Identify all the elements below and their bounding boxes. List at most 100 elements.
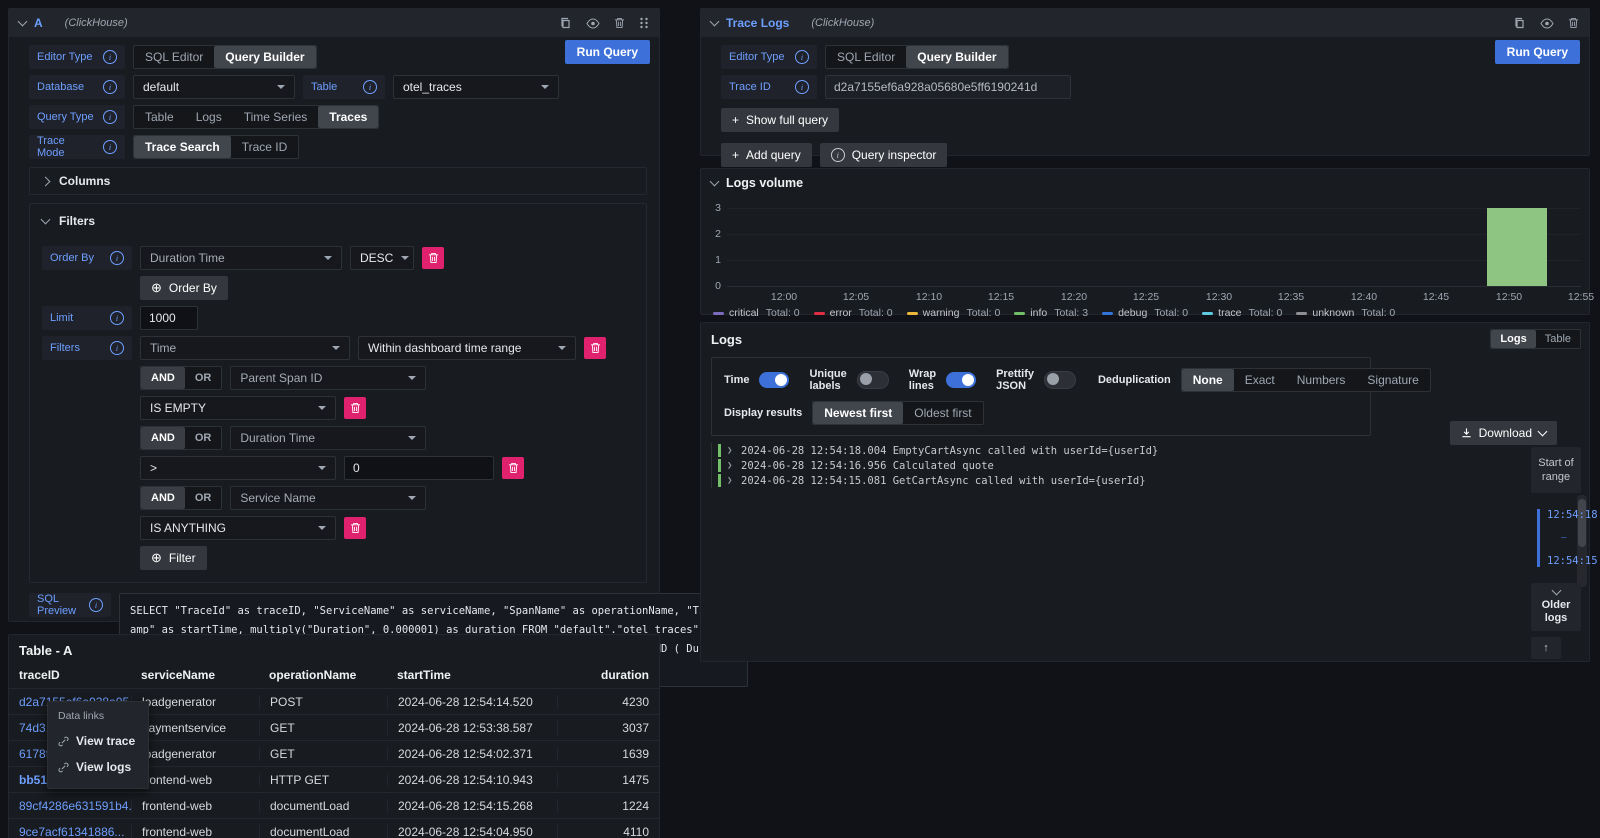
query-type-logs[interactable]: Logs	[185, 106, 233, 128]
trace-id-link[interactable]: 89cf4286e631591b4...	[9, 799, 131, 813]
run-query-button[interactable]: Run Query	[1495, 40, 1580, 64]
query-type-timeseries[interactable]: Time Series	[233, 106, 319, 128]
unique-labels-toggle[interactable]	[857, 371, 889, 389]
info-bar[interactable]	[1487, 208, 1547, 286]
time-toggle[interactable]	[759, 372, 789, 388]
order-by-direction-select[interactable]: DESC	[350, 246, 414, 270]
condition-value-input[interactable]: 0	[344, 456, 494, 480]
info-icon[interactable]: i	[110, 311, 124, 325]
view-logs-menu-item[interactable]: View logs	[48, 754, 148, 780]
info-icon[interactable]: i	[89, 598, 103, 612]
expand-chevron-icon[interactable]: ❯	[727, 461, 735, 471]
sql-editor-option[interactable]: SQL Editor	[826, 46, 906, 68]
remove-condition-button[interactable]	[344, 517, 366, 539]
condition-op-select[interactable]: IS EMPTY	[140, 396, 336, 420]
newest-first-option[interactable]: Newest first	[813, 402, 903, 424]
info-icon[interactable]: i	[103, 140, 117, 154]
wrap-lines-toggle[interactable]	[946, 372, 976, 388]
filter-op-select[interactable]: Within dashboard time range	[358, 336, 576, 360]
info-icon[interactable]: i	[795, 50, 809, 64]
database-select[interactable]: default	[133, 75, 295, 99]
info-icon[interactable]: i	[103, 50, 117, 64]
remove-condition-button[interactable]	[502, 457, 524, 479]
col-header-operationname[interactable]: operationName	[259, 668, 387, 682]
prettify-json-toggle[interactable]	[1044, 371, 1076, 389]
remove-filter-button[interactable]	[584, 337, 606, 359]
expand-chevron-icon[interactable]: ❯	[727, 476, 735, 486]
add-query-button[interactable]: +Add query	[721, 143, 812, 167]
col-header-duration[interactable]: duration	[557, 668, 659, 682]
col-header-servicename[interactable]: serviceName	[131, 668, 259, 682]
trash-icon[interactable]	[614, 17, 625, 29]
dedup-exact[interactable]: Exact	[1234, 369, 1286, 391]
table-view-option[interactable]: Table	[1536, 330, 1580, 348]
legend-debug[interactable]: debugTotal: 0	[1102, 307, 1188, 319]
collapse-chevron-icon[interactable]	[710, 17, 720, 27]
col-header-traceid[interactable]: traceID	[9, 668, 131, 682]
sql-editor-option[interactable]: SQL Editor	[134, 46, 214, 68]
and-option[interactable]: AND	[141, 367, 185, 389]
query-inspector-button[interactable]: iQuery inspector	[820, 143, 948, 167]
eye-icon[interactable]	[1540, 18, 1554, 29]
eye-icon[interactable]	[586, 18, 600, 29]
or-option[interactable]: OR	[185, 367, 222, 389]
query-type-traces[interactable]: Traces	[318, 106, 378, 128]
log-row[interactable]: ❯2024-06-28 12:54:18.004 EmptyCartAsync …	[718, 443, 1518, 458]
trash-icon[interactable]	[1568, 17, 1579, 29]
dedup-none[interactable]: None	[1182, 369, 1234, 391]
or-option[interactable]: OR	[185, 487, 222, 509]
filters-section-header[interactable]: Filters	[30, 208, 646, 234]
col-header-starttime[interactable]: startTime	[387, 668, 557, 682]
columns-section-header[interactable]: Columns	[30, 168, 646, 194]
order-by-field-select[interactable]: Duration Time	[140, 246, 342, 270]
filter-field-select[interactable]: Time	[140, 336, 350, 360]
view-trace-menu-item[interactable]: View trace	[48, 728, 148, 754]
show-full-query-button[interactable]: +Show full query	[721, 108, 839, 132]
table-select[interactable]: otel_traces	[393, 75, 559, 99]
drag-handle-icon[interactable]	[639, 17, 649, 29]
download-button[interactable]: Download	[1450, 421, 1557, 445]
remove-condition-button[interactable]	[344, 397, 366, 419]
and-option[interactable]: AND	[141, 427, 185, 449]
trace-id-link[interactable]: 9ce7acf61341886...	[9, 825, 131, 838]
expand-chevron-icon[interactable]: ❯	[727, 446, 735, 456]
info-icon[interactable]: i	[103, 110, 117, 124]
limit-input[interactable]: 1000	[140, 306, 198, 330]
oldest-first-option[interactable]: Oldest first	[903, 402, 982, 424]
legend-trace[interactable]: traceTotal: 0	[1202, 307, 1282, 319]
query-type-table[interactable]: Table	[134, 106, 185, 128]
query-builder-option[interactable]: Query Builder	[906, 46, 1007, 68]
legend-error[interactable]: errorTotal: 0	[814, 307, 893, 319]
info-icon[interactable]: i	[363, 80, 377, 94]
condition-field-select[interactable]: Duration Time	[230, 426, 426, 450]
info-icon[interactable]: i	[795, 80, 809, 94]
dedup-signature[interactable]: Signature	[1356, 369, 1429, 391]
trace-id-option[interactable]: Trace ID	[231, 136, 299, 158]
info-icon[interactable]: i	[110, 341, 124, 355]
dedup-numbers[interactable]: Numbers	[1286, 369, 1357, 391]
older-logs-button[interactable]: Older logs	[1531, 583, 1581, 631]
condition-op-select[interactable]: IS ANYTHING	[140, 516, 336, 540]
scroll-to-top-button[interactable]: ↑	[1531, 637, 1561, 659]
run-query-button[interactable]: Run Query	[565, 40, 650, 64]
or-option[interactable]: OR	[185, 427, 222, 449]
collapse-chevron-icon[interactable]	[710, 177, 720, 187]
duplicate-icon[interactable]	[1513, 17, 1526, 30]
condition-field-select[interactable]: Parent Span ID	[230, 366, 426, 390]
trace-id-input[interactable]: d2a7155ef6a928a05680e5ff6190241d	[825, 75, 1071, 99]
logs-view-option[interactable]: Logs	[1491, 330, 1535, 348]
legend-warning[interactable]: warningTotal: 0	[907, 307, 1001, 319]
info-icon[interactable]: i	[103, 80, 117, 94]
query-builder-option[interactable]: Query Builder	[214, 46, 315, 68]
add-filter-button[interactable]: ⊕Filter	[140, 546, 207, 570]
and-option[interactable]: AND	[141, 487, 185, 509]
collapse-chevron-icon[interactable]	[18, 17, 28, 27]
info-icon[interactable]: i	[110, 251, 124, 265]
remove-order-by-button[interactable]	[422, 247, 444, 269]
legend-unknown[interactable]: unknownTotal: 0	[1296, 307, 1395, 319]
condition-op-select[interactable]: >	[140, 456, 336, 480]
log-row[interactable]: ❯2024-06-28 12:54:16.956 Calculated quot…	[718, 458, 1518, 473]
duplicate-icon[interactable]	[559, 17, 572, 30]
log-row[interactable]: ❯2024-06-28 12:54:15.081 GetCartAsync ca…	[718, 473, 1518, 488]
add-order-by-button[interactable]: ⊕Order By	[140, 276, 228, 300]
